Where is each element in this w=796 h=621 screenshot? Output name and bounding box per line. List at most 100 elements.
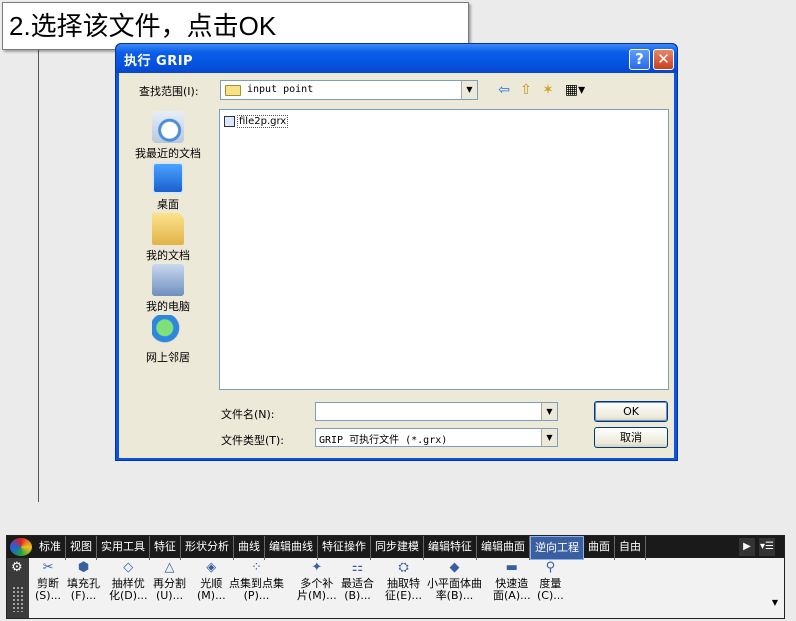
tool-shortcut-label: (C)...: [537, 589, 564, 602]
tool-button-patch[interactable]: ✦ 多个补 片(M)...: [297, 560, 337, 602]
close-button[interactable]: ✕: [653, 49, 674, 70]
tool-button-extract[interactable]: ⛭ 抽取特 征(E)...: [385, 560, 422, 602]
grx-file-icon: [224, 115, 235, 127]
filetype-label: 文件类型(T):: [221, 434, 285, 447]
execute-grip-dialog: 执行 GRIP ? ✕ 查找范围(I): input point ▼ ⇦ ⇧ ✶…: [115, 43, 678, 461]
tool-button-fill-hole[interactable]: ⬢ 填充孔 (F)...: [67, 560, 100, 602]
tab-13[interactable]: 自由: [615, 536, 646, 560]
place-recent[interactable]: 我最近的文档: [127, 111, 209, 161]
best-fit-icon: ⚏: [351, 560, 364, 575]
up-folder-icon[interactable]: ⇧: [517, 82, 535, 98]
tool-shortcut-label: 化(D)...: [109, 589, 148, 602]
tool-shortcut-label: 片(M)...: [297, 589, 337, 602]
chevron-down-icon[interactable]: ▼: [772, 598, 778, 607]
tool-button-subdivide[interactable]: △ 再分割 (U)...: [153, 560, 186, 602]
back-arrow-icon[interactable]: ⇦: [495, 82, 513, 98]
place-label: 网上邻居: [146, 351, 190, 364]
ribbon-toolbar: 标准 视图 实用工具 特征 形状分析 曲线 编辑曲线 特征操作 同步建模 编辑特征 编辑曲面 逆向工程…: [6, 535, 785, 619]
tool-button-point-set[interactable]: ⁘ 点集到点集 (P)...: [229, 560, 284, 602]
extract-icon: ⛭: [398, 560, 409, 575]
chevron-down-icon[interactable]: ▼: [541, 429, 557, 446]
dialog-client: 查找范围(I): input point ▼ ⇦ ⇧ ✶ ▦▾ 我最近的文档 桌…: [119, 73, 674, 458]
filename-input[interactable]: ▼: [315, 402, 558, 421]
tab-5[interactable]: 曲线: [234, 536, 265, 560]
divider-line: [38, 50, 39, 502]
ok-button[interactable]: OK: [594, 401, 668, 422]
tab-12[interactable]: 曲面: [584, 536, 615, 560]
sample-icon: ◇: [123, 560, 134, 575]
tab-scroll-right-icon[interactable]: ▶: [739, 538, 755, 556]
tab-9[interactable]: 编辑特征: [424, 536, 477, 560]
tool-shortcut-label: (P)...: [243, 589, 270, 602]
filetype-select[interactable]: GRIP 可执行文件 (*.grx) ▼: [315, 428, 558, 447]
place-desktop[interactable]: 桌面: [127, 162, 209, 212]
grip-handle-icon[interactable]: [12, 586, 24, 612]
place-label: 桌面: [157, 198, 179, 211]
tool-button-measure[interactable]: ⚲ 度量 (C)...: [537, 560, 564, 602]
filename-label: 文件名(N):: [221, 408, 275, 421]
gear-icon[interactable]: ⚙: [11, 560, 23, 575]
lookin-dropdown[interactable]: input point ▼: [220, 80, 478, 100]
rapid-surface-icon: ▬: [505, 560, 518, 575]
place-network[interactable]: 网上邻居: [127, 315, 209, 365]
tool-button-trim[interactable]: ✂ 剪断 (S)...: [35, 560, 61, 602]
file-list[interactable]: file2p.grx: [219, 109, 669, 390]
tab-7[interactable]: 特征操作: [318, 536, 371, 560]
tab-11[interactable]: 逆向工程: [530, 536, 584, 560]
view-menu-icon[interactable]: ▦▾: [563, 82, 587, 98]
my-computer-icon: [152, 264, 184, 296]
app-logo-icon[interactable]: [10, 538, 32, 556]
cancel-button[interactable]: 取消: [594, 427, 668, 448]
place-label: 我最近的文档: [135, 147, 201, 160]
ribbon-tab-bar: 标准 视图 实用工具 特征 形状分析 曲线 编辑曲线 特征操作 同步建模 编辑特征 编辑曲面 逆向工程…: [7, 536, 784, 560]
trim-icon: ✂: [42, 560, 54, 575]
file-item[interactable]: file2p.grx: [224, 114, 289, 128]
tool-shortcut-label: 征(E)...: [385, 589, 423, 602]
point-set-icon: ⁘: [251, 560, 262, 575]
measure-icon: ⚲: [545, 560, 556, 575]
subdivide-icon: △: [164, 560, 175, 575]
folder-icon: [225, 85, 241, 96]
tool-shortcut-label: (B)...: [344, 589, 371, 602]
tab-0[interactable]: 标准: [35, 536, 66, 560]
tool-button-rapid-surface[interactable]: ▬ 快速造 面(A)...: [493, 560, 531, 602]
my-documents-icon: [152, 213, 184, 245]
tool-shortcut-label: (U)...: [155, 589, 184, 602]
ribbon-menu-icon[interactable]: ▾☰: [759, 538, 775, 556]
fill-hole-icon: ⬢: [77, 560, 90, 575]
tab-6[interactable]: 编辑曲线: [265, 536, 318, 560]
ribbon-side-panel: ⚙: [7, 558, 29, 618]
tab-strip: 标准 视图 实用工具 特征 形状分析 曲线 编辑曲线 特征操作 同步建模 编辑特征 编辑曲面 逆向工程…: [35, 536, 646, 560]
tool-button-smooth[interactable]: ◈ 光顺 (M)...: [197, 560, 226, 602]
tool-button-best-fit[interactable]: ⚏ 最适合 (B)...: [341, 560, 374, 602]
lookin-value: input point: [247, 84, 314, 95]
place-my-computer[interactable]: 我的电脑: [127, 264, 209, 314]
help-button[interactable]: ?: [629, 49, 650, 70]
patch-icon: ✦: [311, 560, 323, 575]
tool-button-curvature[interactable]: ◆ 小平面体曲 率(B)...: [427, 560, 482, 602]
tool-button-sample[interactable]: ◇ 抽样优 化(D)...: [109, 560, 148, 602]
tab-2[interactable]: 实用工具: [97, 536, 150, 560]
smooth-icon: ◈: [206, 560, 217, 575]
tool-shortcut-label: 率(B)...: [435, 589, 474, 602]
new-folder-icon[interactable]: ✶: [539, 82, 557, 98]
chevron-down-icon[interactable]: ▼: [541, 403, 557, 420]
desktop-icon: [152, 162, 184, 194]
dialog-titlebar[interactable]: 执行 GRIP ? ✕: [116, 44, 677, 73]
tab-8[interactable]: 同步建模: [371, 536, 424, 560]
tab-4[interactable]: 形状分析: [181, 536, 234, 560]
network-places-icon: [152, 315, 184, 347]
tab-3[interactable]: 特征: [150, 536, 181, 560]
tab-10[interactable]: 编辑曲面: [477, 536, 530, 560]
dialog-title: 执行 GRIP: [124, 54, 194, 69]
curvature-icon: ◆: [449, 560, 460, 575]
filetype-value: GRIP 可执行文件 (*.grx): [319, 435, 448, 446]
recent-documents-icon: [152, 111, 184, 143]
chevron-down-icon[interactable]: ▼: [461, 81, 477, 99]
tab-1[interactable]: 视图: [66, 536, 97, 560]
tool-shortcut-label: 面(A)...: [493, 589, 531, 602]
tool-shortcut-label: (S)...: [35, 589, 62, 602]
place-my-documents[interactable]: 我的文档: [127, 213, 209, 263]
lookin-label: 查找范围(I):: [139, 85, 199, 98]
place-label: 我的文档: [146, 249, 190, 262]
